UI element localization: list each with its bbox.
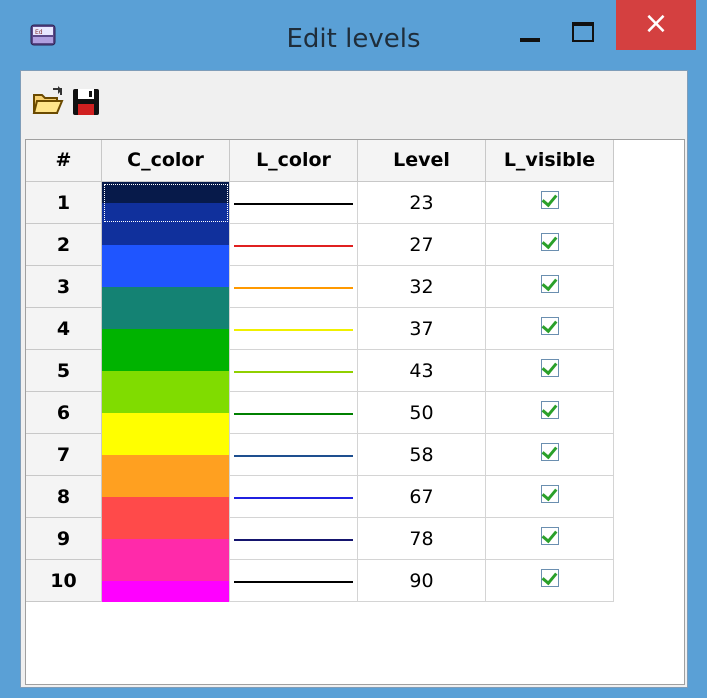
c-color-swatch[interactable] — [102, 518, 230, 560]
minimize-button[interactable] — [510, 16, 550, 50]
l-color-line-cell[interactable] — [230, 266, 358, 308]
checkmark-icon — [541, 568, 558, 586]
c-color-swatch[interactable] — [102, 308, 230, 350]
l-color-line — [234, 497, 353, 499]
edit-levels-window: Ed Edit levels × # C_color L_color Level… — [0, 0, 707, 698]
l-visible-checkbox[interactable] — [541, 232, 559, 251]
row-header[interactable]: 8 — [26, 476, 102, 518]
checkmark-icon — [541, 232, 558, 250]
checkmark-icon — [541, 484, 558, 502]
column-header-c-color[interactable]: C_color — [102, 140, 230, 182]
column-header-l-visible[interactable]: L_visible — [486, 140, 614, 182]
level-value[interactable]: 37 — [358, 308, 486, 350]
minimize-icon — [520, 38, 540, 42]
l-color-line-cell[interactable] — [230, 224, 358, 266]
checkmark-icon — [541, 442, 558, 460]
row-header[interactable]: 4 — [26, 308, 102, 350]
l-visible-cell — [486, 182, 614, 224]
l-visible-checkbox[interactable] — [541, 274, 559, 293]
l-visible-cell — [486, 266, 614, 308]
l-color-line-cell[interactable] — [230, 182, 358, 224]
checkmark-icon — [541, 400, 558, 418]
row-header[interactable]: 9 — [26, 518, 102, 560]
l-visible-cell — [486, 434, 614, 476]
close-button[interactable]: × — [616, 0, 696, 50]
checkmark-icon — [541, 526, 558, 544]
checkmark-icon — [541, 358, 558, 376]
level-value[interactable]: 50 — [358, 392, 486, 434]
l-visible-checkbox[interactable] — [541, 526, 559, 545]
maximize-icon — [572, 22, 594, 42]
level-value[interactable]: 32 — [358, 266, 486, 308]
l-visible-checkbox[interactable] — [541, 316, 559, 335]
level-value[interactable]: 90 — [358, 560, 486, 602]
l-color-line-cell[interactable] — [230, 518, 358, 560]
levels-table: # C_color L_color Level L_visible 1 23 2 27… — [25, 139, 685, 685]
title-bar[interactable]: Ed Edit levels × — [0, 0, 707, 70]
l-visible-checkbox[interactable] — [541, 442, 559, 461]
level-value[interactable]: 67 — [358, 476, 486, 518]
l-visible-cell — [486, 350, 614, 392]
l-visible-cell — [486, 308, 614, 350]
l-visible-cell — [486, 476, 614, 518]
l-visible-cell — [486, 392, 614, 434]
row-header[interactable]: 6 — [26, 392, 102, 434]
c-color-swatch[interactable] — [102, 560, 230, 602]
level-value[interactable]: 43 — [358, 350, 486, 392]
l-color-line — [234, 539, 353, 541]
l-color-line — [234, 329, 353, 331]
row-header[interactable]: 3 — [26, 266, 102, 308]
row-header[interactable]: 5 — [26, 350, 102, 392]
c-color-swatch[interactable] — [102, 392, 230, 434]
c-color-swatch[interactable] — [102, 434, 230, 476]
l-color-line-cell[interactable] — [230, 308, 358, 350]
row-header[interactable]: 2 — [26, 224, 102, 266]
c-color-swatch[interactable] — [102, 224, 230, 266]
l-visible-checkbox[interactable] — [541, 190, 559, 209]
l-color-line — [234, 413, 353, 415]
level-value[interactable]: 23 — [358, 182, 486, 224]
l-visible-checkbox[interactable] — [541, 358, 559, 377]
row-header[interactable]: 7 — [26, 434, 102, 476]
toolbar — [21, 71, 687, 137]
column-header-l-color[interactable]: L_color — [230, 140, 358, 182]
l-color-line-cell[interactable] — [230, 560, 358, 602]
l-color-line — [234, 245, 353, 247]
maximize-button[interactable] — [562, 16, 602, 50]
l-color-line — [234, 455, 353, 457]
folder-open-icon[interactable] — [31, 85, 65, 119]
l-color-line — [234, 581, 353, 583]
level-value[interactable]: 27 — [358, 224, 486, 266]
checkmark-icon — [541, 190, 558, 208]
l-color-line-cell[interactable] — [230, 434, 358, 476]
l-color-line — [234, 287, 353, 289]
l-color-line — [234, 371, 353, 373]
c-color-swatch[interactable] — [102, 182, 230, 224]
client-area: # C_color L_color Level L_visible 1 23 2 27… — [20, 70, 688, 688]
l-visible-cell — [486, 224, 614, 266]
row-header[interactable]: 10 — [26, 560, 102, 602]
l-color-line — [234, 203, 353, 205]
l-visible-checkbox[interactable] — [541, 400, 559, 419]
l-visible-checkbox[interactable] — [541, 568, 559, 587]
column-header-level[interactable]: Level — [358, 140, 486, 182]
l-visible-checkbox[interactable] — [541, 484, 559, 503]
column-header-number[interactable]: # — [26, 140, 102, 182]
c-color-swatch[interactable] — [102, 350, 230, 392]
floppy-disk-icon[interactable] — [69, 85, 103, 119]
l-visible-cell — [486, 518, 614, 560]
l-color-line-cell[interactable] — [230, 476, 358, 518]
row-header[interactable]: 1 — [26, 182, 102, 224]
l-visible-cell — [486, 560, 614, 602]
checkmark-icon — [541, 274, 558, 292]
level-value[interactable]: 58 — [358, 434, 486, 476]
checkmark-icon — [541, 316, 558, 334]
l-color-line-cell[interactable] — [230, 350, 358, 392]
c-color-swatch[interactable] — [102, 266, 230, 308]
l-color-line-cell[interactable] — [230, 392, 358, 434]
c-color-swatch[interactable] — [102, 476, 230, 518]
level-value[interactable]: 78 — [358, 518, 486, 560]
